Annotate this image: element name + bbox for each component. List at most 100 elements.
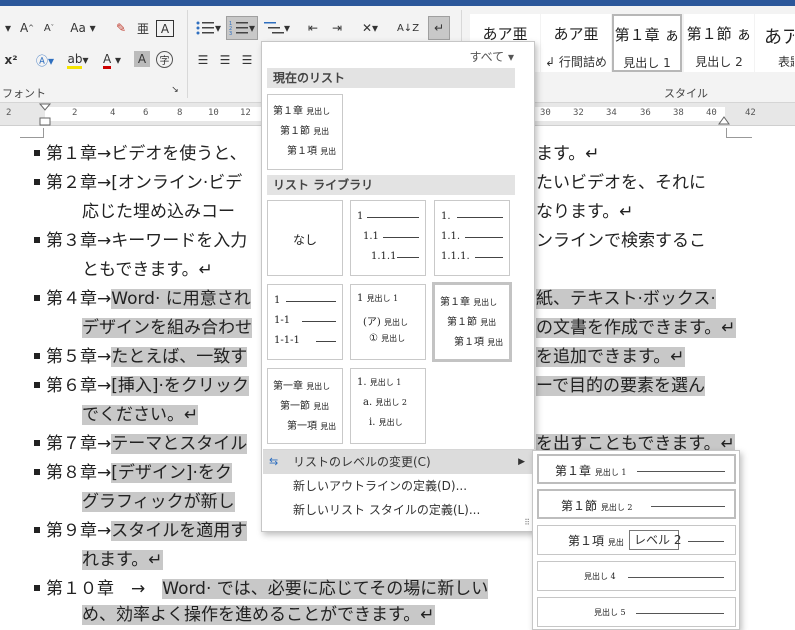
document-line[interactable]: 第４章→Word· に用意され (46, 286, 251, 312)
tile-style-label: 見出し (384, 318, 408, 327)
paragraph-bullet (34, 237, 40, 243)
enclosed-char-button[interactable]: 字 (156, 51, 173, 68)
tile-level-label: 第一節 (280, 401, 310, 412)
asian-layout-icon[interactable]: ✕▾ (356, 18, 384, 38)
style-name: 表題 (778, 55, 794, 69)
document-line[interactable]: でください。↵ (82, 402, 199, 428)
document-line-tail[interactable]: を追加できます。↵ (536, 344, 685, 370)
document-line[interactable]: 第１章→ビデオを使うと、 (46, 141, 247, 167)
document-line-tail[interactable]: ンラインで検索するこ (536, 228, 706, 254)
level-tooltip: レベル 2 (629, 530, 681, 550)
char-shading-button[interactable]: A (134, 51, 150, 67)
document-line[interactable]: デザインを組み合わせ (82, 315, 252, 341)
numbering-button[interactable]: 1 2 3 ▾ (226, 16, 258, 40)
margin-corner (726, 128, 752, 138)
align-left-icon[interactable]: ☰ (194, 50, 212, 70)
style-tile-heading1[interactable]: 第１章 ぁ 見出し 1 (612, 14, 682, 72)
resize-grip-icon[interactable]: ⠿ (524, 518, 530, 527)
list-level-2[interactable]: 第１節 見出し 2 (537, 489, 736, 519)
list-tile-paren[interactable]: 1 見出し 1 (ア) 見出し ① 見出し (350, 284, 426, 360)
style-name: 見出し 2 (695, 55, 743, 69)
document-line[interactable]: め、効率よく操作を進めることができます。↵ (82, 602, 435, 628)
margin-corner (20, 128, 44, 138)
chevron-down-icon[interactable]: ▾ (2, 18, 14, 38)
numbered-list-icon: 123 (229, 21, 248, 36)
document-line[interactable]: 第８章→[デザイン]·をク (46, 460, 232, 486)
enclose-char-icon[interactable]: A (156, 20, 174, 37)
bullets-button[interactable]: ▾ (194, 18, 222, 38)
list-tile-numeric[interactable]: 1 1.1 1.1.1 (350, 200, 426, 276)
indent-marker-icon[interactable] (38, 103, 52, 126)
list-tile-chapter-arrow[interactable]: 第一章 見出し 第一節 見出 第一項 見出 (267, 368, 343, 444)
change-list-level-menu[interactable]: ⇆ リストのレベルの変更(C) ▶ (263, 450, 535, 474)
sort-icon[interactable]: A↓Z (397, 18, 419, 38)
list-level-5[interactable]: 見出し 5 (537, 597, 736, 627)
level-style-label: 見出し 2 (600, 503, 633, 512)
show-marks-icon[interactable]: ↵ (428, 16, 450, 40)
highlight-icon[interactable]: ab ▾ (64, 50, 92, 70)
tile-style-label: 見出 (320, 422, 337, 431)
define-list-style-menu[interactable]: 新しいリスト スタイルの定義(L)... (263, 498, 535, 522)
superscript-button[interactable]: x² (2, 50, 20, 70)
list-tile-chapter-selected[interactable]: 第１章 見出し 第１節 見出 第１項 見出 (432, 282, 512, 362)
right-indent-marker-icon[interactable] (718, 113, 730, 125)
document-line-tail[interactable]: ーで目的の要素を選ん (536, 373, 705, 399)
document-line[interactable]: 第９章→スタイルを適用す (46, 518, 248, 544)
document-line-tail[interactable]: 紙、テキスト·ボックス· (536, 286, 716, 312)
list-level-4[interactable]: 見出し 4 (537, 561, 736, 591)
document-line[interactable]: 第６章→[挿入]·をクリック (46, 373, 249, 399)
clear-format-icon[interactable]: ✎ (112, 18, 130, 38)
tile-rule (465, 237, 503, 238)
dialog-launcher-icon[interactable]: ↘ (170, 84, 180, 96)
tile-level-label: 1 (357, 293, 364, 304)
document-line[interactable]: ともできます。↵ (82, 257, 213, 283)
list-level-1[interactable]: 第１章 見出し 1 (537, 454, 736, 484)
style-tile-no-spacing[interactable]: あア亜 ↲ 行間詰め (541, 14, 611, 72)
selected-text: め、効率よく操作を進めることができます。↵ (82, 605, 435, 625)
style-tile-heading2[interactable]: 第１節 ぁ 見出し 2 (684, 14, 754, 72)
tile-level-label: 1. (357, 377, 367, 388)
multilevel-list-button[interactable]: ▾ (262, 18, 292, 38)
list-tile-numeric-dot[interactable]: 1. 1.1. 1.1.1. (434, 200, 510, 276)
paragraph-bullet (34, 150, 40, 156)
document-line[interactable]: 第３章→キーワードを入力 (46, 228, 247, 254)
document-line[interactable]: 第２章→[オンライン·ビデ (46, 170, 242, 196)
change-case-button[interactable]: Aa ▾ (66, 18, 100, 38)
document-line[interactable]: 第１０章 → Word· では、必要に応じてその場に新しい (46, 576, 489, 602)
list-tile-alpha[interactable]: 1. 見出し 1 a. 見出し 2 i. 見出し (350, 368, 426, 444)
align-right-icon[interactable]: ☰ (238, 50, 256, 70)
text-effect-icon[interactable]: Ⓐ▾ (32, 50, 58, 70)
align-center-icon[interactable]: ☰ (216, 50, 234, 70)
font-color-button[interactable]: A ▾ (98, 50, 126, 70)
tile-style-label: 見出し (473, 298, 498, 307)
grow-font-icon[interactable]: A ^ (18, 18, 36, 38)
filter-dropdown[interactable]: すべて ▾ (469, 48, 514, 65)
document-line[interactable]: 第５章→たとえば、一致す (46, 344, 248, 370)
document-line[interactable]: グラフィックが新し (82, 489, 235, 515)
document-line[interactable]: 第７章→テーマとスタイル (46, 431, 248, 457)
style-sample: 第１章 ぁ (614, 26, 680, 44)
tile-style-label: 見出し 2 (375, 398, 407, 407)
document-line-tail[interactable]: ます。↵ (536, 141, 600, 167)
style-tile-title[interactable]: あア 表題 (755, 14, 795, 72)
ruler-number: 32 (573, 108, 584, 118)
selected-text: Word· では、必要に応じてその場に新しい (162, 579, 489, 599)
tile-rule (397, 257, 419, 258)
document-line-tail[interactable]: なります。↵ (536, 199, 634, 225)
list-tile-dash[interactable]: 1 1-1 1-1-1 (267, 284, 343, 360)
document-line[interactable]: れます。↵ (82, 547, 163, 573)
style-sample: 第１節 ぁ (686, 25, 752, 43)
decrease-indent-icon[interactable]: ⇤ (302, 18, 324, 38)
document-line-tail[interactable]: たいビデオを、それに (536, 170, 706, 196)
define-outline-menu[interactable]: 新しいアウトラインの定義(D)... (263, 474, 535, 498)
phonetic-guide-icon[interactable]: 亜 (134, 18, 152, 38)
document-line-tail[interactable]: の文書を作成できます。↵ (536, 315, 736, 341)
shrink-font-icon[interactable]: Aˇ (40, 18, 58, 38)
document-line[interactable]: 応じた埋め込みコー (82, 199, 235, 225)
current-list-tile[interactable]: 第１章 見出し 第１節 見出 第１項 見出 (267, 94, 343, 170)
tile-rule (383, 237, 419, 238)
selected-text: を追加できます。↵ (536, 347, 685, 367)
paragraph-bullet (34, 527, 40, 533)
list-tile-none[interactable]: なし (267, 200, 343, 276)
increase-indent-icon[interactable]: ⇥ (326, 18, 348, 38)
